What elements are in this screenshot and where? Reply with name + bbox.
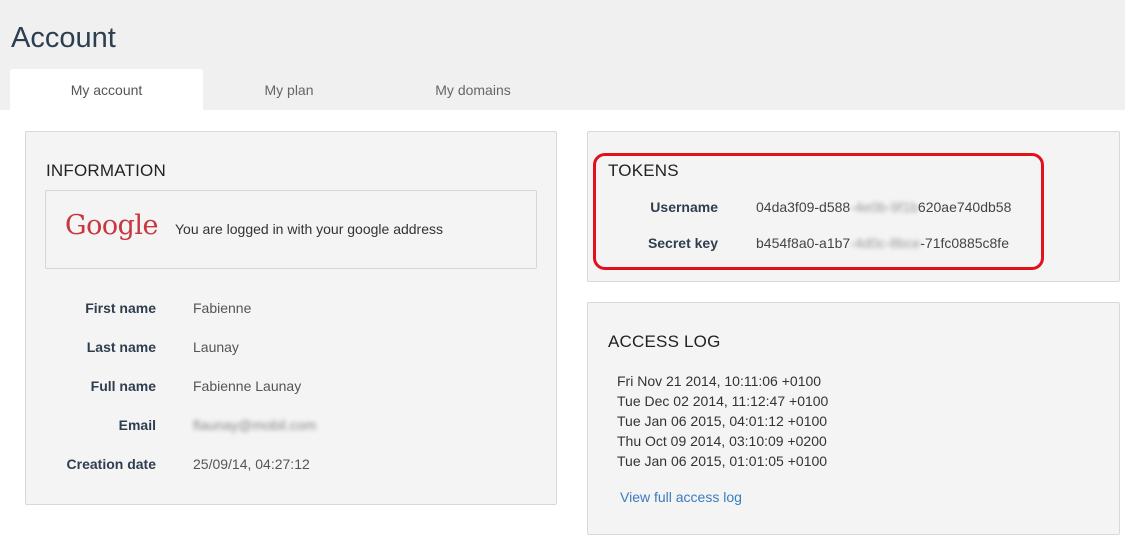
view-full-access-log-link[interactable]: View full access log (620, 489, 742, 505)
tab-my-domains[interactable]: My domains (375, 69, 571, 110)
last-name-value: Launay (193, 339, 239, 355)
google-logo: Google (65, 210, 158, 241)
full-name-label: Full name (90, 378, 156, 394)
first-name-value: Fabienne (193, 300, 252, 316)
access-log-entry: Tue Jan 06 2015, 04:01:12 +0100 (617, 413, 828, 429)
creation-date-label: Creation date (66, 456, 156, 472)
last-name-label: Last name (86, 339, 156, 355)
access-log-title: ACCESS LOG (608, 332, 721, 351)
information-title: INFORMATION (46, 161, 166, 180)
information-panel: INFORMATION Google You are logged in wit… (25, 131, 557, 505)
creation-date-value: 25/09/14, 04:27:12 (193, 456, 310, 472)
first-name-label: First name (85, 300, 156, 316)
tab-my-plan[interactable]: My plan (203, 69, 375, 110)
google-login-box: Google You are logged in with your googl… (45, 190, 537, 269)
access-log-entry: Thu Oct 09 2014, 03:10:09 +0200 (617, 433, 827, 449)
full-name-value: Fabienne Launay (193, 378, 302, 394)
page-title: Account (11, 22, 116, 54)
access-log-entry: Fri Nov 21 2014, 10:11:06 +0100 (617, 373, 822, 389)
access-log-entry: Tue Dec 02 2014, 11:12:47 +0100 (617, 393, 829, 409)
tokens-highlight-outline (593, 153, 1044, 270)
email-label: Email (118, 417, 156, 433)
access-log-entry: Tue Jan 06 2015, 01:01:05 +0100 (617, 453, 828, 469)
tab-my-account[interactable]: My account (10, 69, 203, 110)
google-login-message: You are logged in with your google addre… (175, 221, 444, 237)
email-value: flaunay@mobil.com (193, 417, 317, 433)
